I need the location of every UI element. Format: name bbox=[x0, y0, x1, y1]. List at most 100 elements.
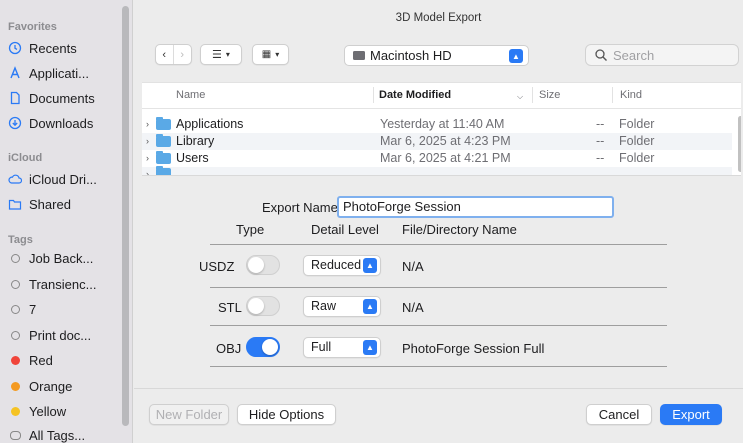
search-icon bbox=[595, 49, 607, 61]
file-kind: Folder bbox=[619, 151, 655, 165]
file-name: Applications bbox=[176, 117, 244, 131]
sidebar-tag-red[interactable]: Red bbox=[8, 349, 120, 371]
file-size: -- bbox=[596, 117, 605, 131]
search-placeholder: Search bbox=[613, 47, 655, 63]
window-title: 3D Model Export bbox=[395, 12, 482, 24]
sidebar-item-recents[interactable]: Recents bbox=[8, 37, 120, 59]
sidebar-scrollbar[interactable] bbox=[122, 6, 129, 426]
sidebar-heading-tags: Tags bbox=[8, 234, 33, 246]
file-size: -- bbox=[596, 134, 605, 148]
disclosure-triangle-icon[interactable]: › bbox=[146, 119, 156, 129]
table-row[interactable]: › Library Mar 6, 2025 at 4:23 PM -- Folde… bbox=[142, 133, 732, 150]
obj-detail-popup[interactable]: Full ▲︎ bbox=[303, 337, 381, 358]
hide-options-button[interactable]: Hide Options bbox=[237, 404, 336, 425]
table-row-partial[interactable]: › bbox=[142, 166, 732, 176]
back-button[interactable]: ‹ bbox=[156, 45, 174, 64]
file-list-scrollbar[interactable] bbox=[738, 116, 741, 172]
file-size: -- bbox=[596, 151, 605, 165]
obj-toggle[interactable] bbox=[246, 337, 280, 357]
sidebar-tag[interactable]: Transienc... bbox=[8, 273, 120, 295]
forward-button[interactable]: › bbox=[174, 45, 191, 64]
back-forward-control: ‹ › bbox=[155, 44, 192, 65]
column-header-size[interactable]: Size bbox=[539, 89, 560, 101]
sidebar-item-applications[interactable]: Applicati... bbox=[8, 62, 120, 84]
list-view-button[interactable]: ☰ ▾ bbox=[200, 44, 242, 65]
sidebar-item-label: Transienc... bbox=[29, 276, 97, 292]
disclosure-triangle-icon[interactable]: › bbox=[146, 136, 156, 146]
file-column-header: File/Directory Name bbox=[402, 222, 517, 237]
orange-dot-icon bbox=[10, 381, 20, 391]
shared-folder-icon bbox=[8, 197, 22, 211]
tag-circle-icon bbox=[10, 330, 20, 340]
sidebar-item-label: Orange bbox=[29, 378, 73, 394]
disclosure-triangle-icon[interactable]: › bbox=[146, 169, 156, 176]
header-separator bbox=[142, 108, 741, 109]
toggle-knob bbox=[248, 298, 264, 314]
obj-file-name: PhotoForge Session Full bbox=[402, 341, 545, 356]
red-dot-icon bbox=[10, 355, 20, 365]
document-icon bbox=[8, 91, 22, 105]
sidebar-item-documents[interactable]: Documents bbox=[8, 87, 120, 109]
list-view-icon: ☰ bbox=[212, 49, 222, 61]
column-header-date[interactable]: Date Modified bbox=[379, 89, 451, 101]
sidebar-all-tags[interactable]: All Tags... bbox=[8, 424, 120, 443]
chevron-updown-icon: ▲︎ bbox=[509, 49, 523, 63]
sidebar-item-shared[interactable]: Shared bbox=[8, 193, 120, 215]
search-field[interactable]: Search bbox=[585, 44, 739, 66]
location-popup[interactable]: Macintosh HD ▲︎ bbox=[344, 45, 529, 66]
usdz-toggle[interactable] bbox=[246, 255, 280, 275]
toggle-knob bbox=[248, 257, 264, 273]
sidebar-item-label: iCloud Dri... bbox=[29, 171, 97, 187]
file-date: Mar 6, 2025 at 4:21 PM bbox=[380, 151, 511, 165]
clock-icon bbox=[8, 41, 22, 55]
grid-view-button[interactable]: ▦ ▾ bbox=[252, 44, 289, 65]
chevron-left-icon: ‹ bbox=[162, 48, 167, 61]
folder-icon bbox=[156, 150, 171, 164]
chevron-updown-icon: ▲︎ bbox=[363, 340, 377, 355]
stl-toggle[interactable] bbox=[246, 296, 280, 316]
column-header-kind[interactable]: Kind bbox=[620, 89, 642, 101]
stl-file-name: N/A bbox=[402, 300, 424, 315]
sidebar-item-downloads[interactable]: Downloads bbox=[8, 112, 120, 134]
new-folder-button[interactable]: New Folder bbox=[149, 404, 229, 425]
file-kind: Folder bbox=[619, 134, 655, 148]
column-header-name[interactable]: Name bbox=[176, 89, 205, 101]
sidebar-item-label: Job Back... bbox=[29, 250, 94, 266]
sidebar-tag[interactable]: Print doc... bbox=[8, 324, 120, 346]
detail-value: Raw bbox=[311, 299, 337, 313]
chevron-updown-icon: ▲︎ bbox=[363, 258, 377, 273]
applications-icon bbox=[8, 66, 22, 80]
sidebar-tag[interactable]: Job Back... bbox=[8, 247, 120, 269]
export-name-label: Export Name bbox=[262, 200, 338, 215]
sidebar-heading-icloud: iCloud bbox=[8, 152, 43, 164]
column-divider bbox=[373, 87, 374, 103]
sidebar-tag-orange[interactable]: Orange bbox=[8, 375, 120, 397]
folder-icon bbox=[156, 133, 171, 147]
table-row[interactable]: › Users Mar 6, 2025 at 4:21 PM -- Folder bbox=[142, 150, 732, 167]
usdz-detail-popup[interactable]: Reduced ▲︎ bbox=[303, 255, 381, 276]
row-separator bbox=[210, 244, 667, 245]
download-icon bbox=[8, 116, 22, 130]
tag-circle-icon bbox=[10, 279, 20, 289]
export-name-field[interactable]: PhotoForge Session bbox=[337, 196, 614, 218]
sidebar-item-label: Red bbox=[29, 352, 53, 368]
table-row[interactable]: › Applications Yesterday at 11:40 AM -- F… bbox=[142, 116, 732, 133]
file-kind: Folder bbox=[619, 117, 655, 131]
detail-column-header: Detail Level bbox=[311, 222, 379, 237]
sidebar-item-icloud-drive[interactable]: iCloud Dri... bbox=[8, 168, 120, 190]
stl-detail-popup[interactable]: Raw ▲︎ bbox=[303, 296, 381, 317]
sidebar-heading-favorites: Favorites bbox=[8, 21, 57, 33]
cloud-icon bbox=[8, 172, 22, 186]
sidebar-item-label: Shared bbox=[29, 196, 71, 212]
chevron-updown-icon: ▲︎ bbox=[363, 299, 377, 314]
disclosure-triangle-icon[interactable]: › bbox=[146, 153, 156, 163]
sidebar-item-label: Documents bbox=[29, 90, 95, 106]
sidebar-tag-yellow[interactable]: Yellow bbox=[8, 400, 120, 422]
location-label: Macintosh HD bbox=[370, 48, 452, 63]
toggle-knob bbox=[262, 339, 278, 355]
sidebar-item-label: Print doc... bbox=[29, 327, 92, 343]
sidebar-item-label: 7 bbox=[29, 301, 37, 317]
sidebar-tag[interactable]: 7 bbox=[8, 298, 120, 320]
export-button[interactable]: Export bbox=[660, 404, 722, 425]
cancel-button[interactable]: Cancel bbox=[586, 404, 652, 425]
